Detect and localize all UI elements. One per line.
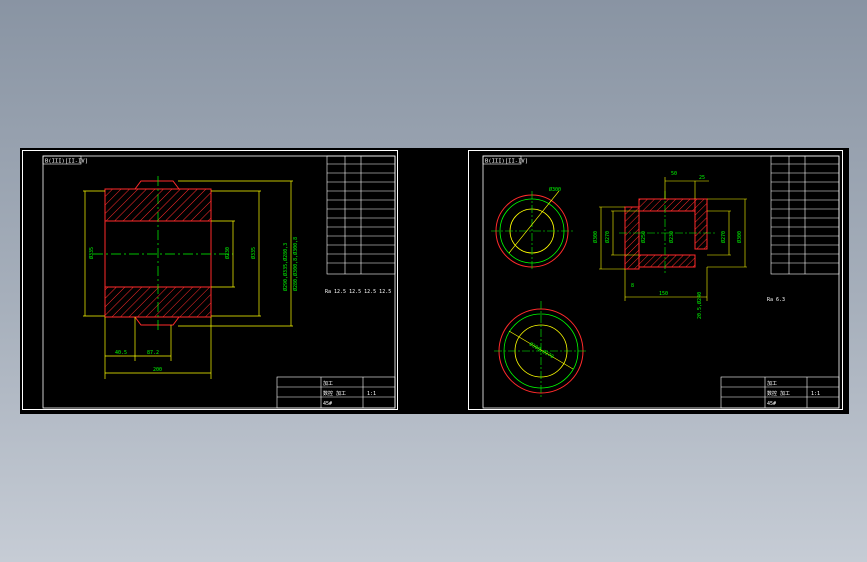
dim-left-dia: Ø335 [88,247,95,259]
title1-line4: 45# [323,401,332,407]
dim-bottom-total: 200 [153,367,162,373]
dim-circle-1: Ø300 [549,186,561,193]
param-table-2 [770,155,840,275]
dim-left-1: Ø300 [592,231,599,243]
cad-viewport[interactable]: B(III)[II-IV] Ø335 Ø230 Ø335 Ø290,Ø335,Ø… [20,148,849,414]
dim-right-2: Ø300 [736,231,743,243]
dim-bottom-3: 20.5,Ø240 [696,292,703,319]
sheet1-header-text: B(III)[II-IV] [45,159,88,165]
dim-mid-1: Ø250 [640,231,647,243]
dim-circle-2: Ø300,Ø270 [528,341,555,361]
drawing-1-canvas: B(III)[II-IV] Ø335 Ø230 Ø335 Ø290,Ø335,Ø… [42,155,396,409]
drawing-sheet-1[interactable]: B(III)[II-IV] Ø335 Ø230 Ø335 Ø290,Ø335,Ø… [22,150,398,410]
title2-line1: 加工 [767,380,777,387]
surface-note-1: Ra 12.5 12.5 12.5 12.5 [325,289,391,295]
sheet2-header-text: B(III)[II-IV] [485,159,528,165]
dim-bottom-1: 8 [631,283,634,289]
dim-bottom-mid: 87.2 [147,350,159,356]
inner-frame-2 [482,155,840,409]
drawing-sheet-2[interactable]: B(III)[II-IV] Ø300 Ø300,Ø270 50 25 Ø300 … [468,150,843,410]
title2-line4: 45# [767,401,776,407]
title2-line3: 1:1 [811,391,820,397]
title1-line1: 加工 [323,380,333,387]
dim-far-right-2: Ø280,Ø300,8,Ø300,8 [292,237,299,291]
sleeve-section [619,191,715,275]
title2-line2: 数控 加工 [767,390,790,397]
drawing-2-canvas: B(III)[II-IV] Ø300 Ø300,Ø270 50 25 Ø300 … [482,155,840,409]
circle-view-top [491,190,573,271]
dim-inner-dia: Ø230 [224,247,231,259]
dim-top-a: 50 [671,171,677,177]
title1-line3: 1:1 [367,391,376,397]
dim-right-1: Ø270 [720,231,727,243]
surface-note-2: Ra 6.3 [767,297,785,303]
dim-far-right-1: Ø290,Ø335,Ø280,3 [282,243,289,291]
dim-bottom-2: 150 [659,291,668,297]
dim-top-b: 25 [699,175,705,181]
dim-bottom-left: 40.5 [115,350,127,356]
param-table-1 [326,155,396,275]
inner-frame [42,155,396,409]
dim-mid-2: Ø230 [668,231,675,243]
dim-right-dia: Ø335 [250,247,257,259]
dim-left-2: Ø270 [604,231,611,243]
title1-line2: 数控 加工 [323,390,346,397]
